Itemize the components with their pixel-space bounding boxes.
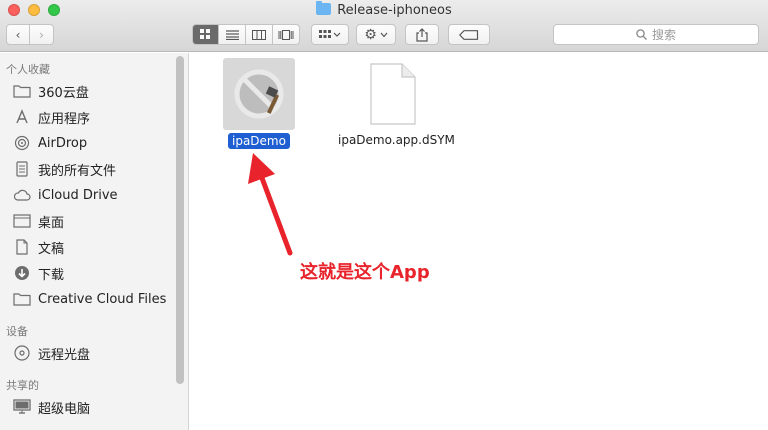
annotation-arrow xyxy=(248,153,293,256)
chevron-down-icon xyxy=(380,32,388,37)
sidebar-item-applications[interactable]: 应用程序 xyxy=(12,106,90,128)
columns-icon xyxy=(252,29,266,40)
folder-icon xyxy=(12,82,32,100)
sidebar-item-documents[interactable]: 文稿 xyxy=(12,236,64,258)
annotation-text: 这就是这个App xyxy=(300,262,430,283)
arrange-grid-icon xyxy=(319,29,341,38)
window-title: Release-iphoneos xyxy=(0,1,768,18)
documents-icon xyxy=(12,238,32,256)
computer-icon xyxy=(12,398,32,416)
arrange-button[interactable] xyxy=(311,24,349,45)
grid-icon xyxy=(200,29,210,39)
icon-view-button[interactable] xyxy=(192,24,219,45)
applications-icon xyxy=(12,108,32,126)
sidebar-item-creative-cloud-files[interactable]: Creative Cloud Files xyxy=(12,288,166,310)
share-icon xyxy=(416,27,428,42)
sidebar: 个人收藏 360云盘 应用程序 AirDrop 我的所有文件 iCloud Dr… xyxy=(0,53,189,430)
sidebar-item-remote-disc[interactable]: 远程光盘 xyxy=(12,342,90,364)
airdrop-icon xyxy=(12,134,32,152)
action-menu-button[interactable]: ⚙ xyxy=(356,24,396,45)
search-placeholder: 搜索 xyxy=(651,28,676,42)
sidebar-scrollbar[interactable] xyxy=(176,56,184,384)
sidebar-item-icloud-drive[interactable]: iCloud Drive xyxy=(12,184,118,206)
cover-flow-view-button[interactable] xyxy=(273,24,300,45)
chevron-right-icon: › xyxy=(39,27,44,42)
view-mode-group xyxy=(192,24,300,45)
devices-header: 设备 xyxy=(6,325,28,338)
all-files-icon xyxy=(12,160,32,178)
sidebar-item-super-computer[interactable]: 超级电脑 xyxy=(12,396,90,418)
disc-icon xyxy=(12,344,32,362)
gear-icon: ⚙ xyxy=(364,26,377,43)
folder-icon xyxy=(12,290,32,308)
forward-button[interactable]: › xyxy=(30,24,54,45)
sidebar-item-airdrop[interactable]: AirDrop xyxy=(12,132,87,154)
file-browser: ipaDemo ipaDemo.app.dSYM 这就是这个App xyxy=(190,53,768,430)
sidebar-item-360-cloud[interactable]: 360云盘 xyxy=(12,80,89,102)
sidebar-item-downloads[interactable]: 下载 xyxy=(12,262,64,284)
tag-button[interactable] xyxy=(448,24,490,45)
window-toolbar: Release-iphoneos ‹ › ⚙ 搜索 xyxy=(0,0,768,52)
search-field[interactable]: 搜索 xyxy=(553,24,759,45)
column-view-button[interactable] xyxy=(246,24,273,45)
cover-flow-icon xyxy=(278,29,294,40)
download-icon xyxy=(12,264,32,282)
shared-header: 共享的 xyxy=(6,379,39,392)
list-view-button[interactable] xyxy=(219,24,246,45)
tag-icon xyxy=(459,29,479,40)
share-button[interactable] xyxy=(405,24,439,45)
cloud-icon xyxy=(12,186,32,204)
desktop-icon xyxy=(12,212,32,230)
back-button[interactable]: ‹ xyxy=(6,24,30,45)
sidebar-item-desktop[interactable]: 桌面 xyxy=(12,210,64,232)
favorites-header: 个人收藏 xyxy=(6,63,50,76)
list-icon xyxy=(225,29,239,40)
folder-icon xyxy=(316,1,332,15)
search-icon xyxy=(636,29,647,40)
chevron-left-icon: ‹ xyxy=(15,27,21,42)
sidebar-item-all-my-files[interactable]: 我的所有文件 xyxy=(12,158,116,180)
